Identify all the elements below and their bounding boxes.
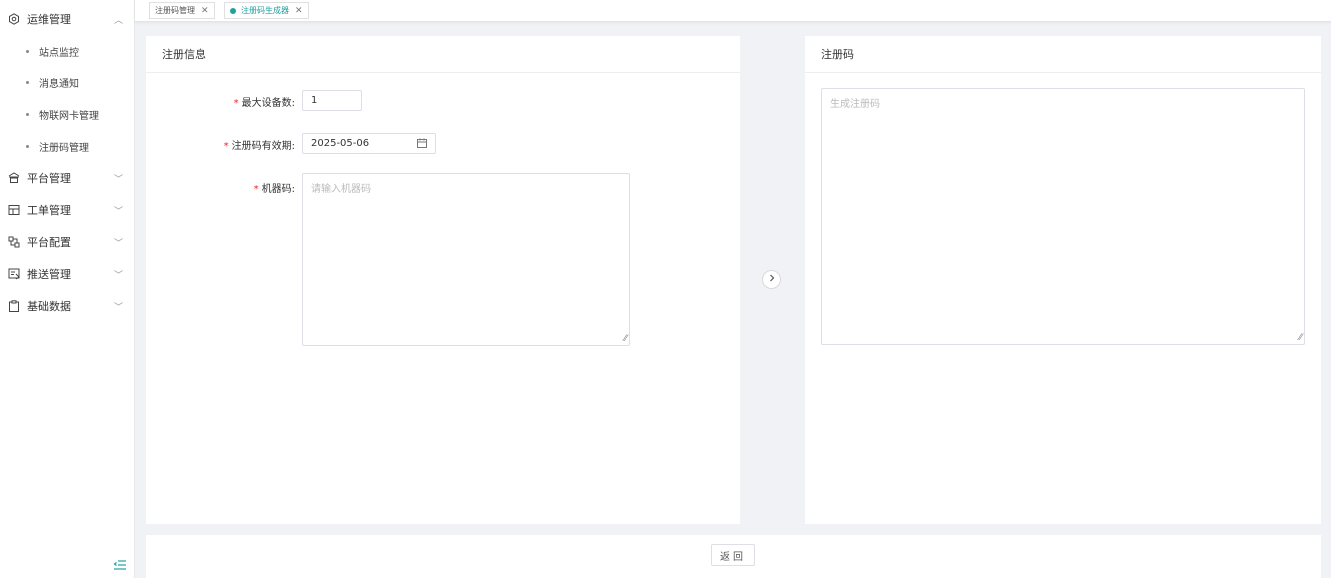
close-icon[interactable]: ✕ — [295, 6, 303, 16]
back-button[interactable]: 返回 — [711, 544, 755, 566]
settings-icon — [8, 13, 20, 25]
calendar-icon — [417, 138, 427, 151]
tab-label: 注册码管理 — [155, 6, 195, 15]
sidebar-group-label: 推送管理 — [27, 268, 71, 281]
sidebar-group-label: 工单管理 — [27, 204, 71, 217]
sidebar-group-push[interactable]: 推送管理 ﹀ — [0, 258, 135, 290]
tab-regcode-manage[interactable]: 注册码管理 ✕ — [149, 2, 215, 19]
chevron-down-icon: ﹀ — [113, 238, 123, 249]
required-mark: * — [223, 141, 229, 152]
generate-arrow-button[interactable] — [762, 270, 781, 289]
expiry-date-picker[interactable]: 2025-05-06 — [302, 133, 436, 154]
max-devices-label: * 最大设备数: — [233, 98, 295, 109]
resize-handle-icon[interactable]: ⁄⁄ — [624, 334, 627, 344]
panel-title: 注册码 — [805, 36, 1321, 73]
max-devices-input[interactable]: 1 — [302, 90, 362, 111]
sidebar-item-label: 消息通知 — [39, 78, 79, 90]
bullet-icon — [26, 80, 29, 84]
bullet-icon — [26, 112, 29, 116]
footer-bar: 返回 — [146, 535, 1321, 578]
required-mark: * — [233, 98, 239, 109]
workorder-icon — [8, 204, 20, 216]
sidebar-item-label: 注册码管理 — [39, 142, 89, 154]
expiry-date-value: 2025-05-06 — [311, 138, 370, 149]
sidebar-item-iot-card[interactable]: 物联网卡管理 — [0, 98, 135, 130]
chevron-up-icon: ︿ — [113, 15, 123, 26]
chevron-down-icon: ﹀ — [113, 270, 123, 281]
chevron-right-icon — [768, 274, 776, 285]
sidebar: 运维管理 ︿ 站点监控 消息通知 物联网卡管理 注册码管理 平台管理 ﹀ 工单管… — [0, 0, 135, 578]
panel-title: 注册信息 — [146, 36, 740, 73]
tabs-bar: 注册码管理 ✕ 注册码生成器 ✕ — [135, 0, 1331, 22]
registration-code-panel: 注册码 生成注册码 ⁄⁄ — [805, 36, 1321, 524]
sidebar-group-label: 运维管理 — [27, 13, 71, 26]
sidebar-group-platform[interactable]: 平台管理 ﹀ — [0, 162, 135, 194]
sidebar-group-config[interactable]: 平台配置 ﹀ — [0, 226, 135, 258]
registration-info-panel: 注册信息 * 最大设备数: 1 * 注册码有效期: 2025-05-06 * 机器码:… — [146, 36, 740, 524]
sidebar-group-label: 平台管理 — [27, 172, 71, 185]
machine-code-textarea[interactable]: 请输入机器码 ⁄⁄ — [302, 173, 630, 346]
active-dot-icon — [230, 7, 236, 14]
sidebar-item-regcode[interactable]: 注册码管理 — [0, 130, 135, 162]
sidebar-group-label: 平台配置 — [27, 236, 71, 249]
chevron-down-icon: ﹀ — [113, 302, 123, 313]
registration-code-output[interactable]: 生成注册码 ⁄⁄ — [821, 88, 1305, 345]
sidebar-group-label: 基础数据 — [27, 300, 71, 313]
sidebar-group-basedata[interactable]: 基础数据 ﹀ — [0, 290, 135, 322]
required-mark: * — [253, 184, 259, 195]
sidebar-item-label: 站点监控 — [39, 47, 79, 59]
sidebar-item-label: 物联网卡管理 — [39, 110, 99, 122]
machine-code-placeholder: 请输入机器码 — [311, 184, 371, 195]
tab-label: 注册码生成器 — [241, 6, 289, 15]
push-icon — [8, 268, 20, 280]
platform-icon — [8, 172, 20, 184]
chevron-down-icon: ﹀ — [113, 174, 123, 185]
chevron-down-icon: ﹀ — [113, 206, 123, 217]
machine-code-label: * 机器码: — [253, 184, 295, 195]
registration-code-placeholder: 生成注册码 — [830, 99, 880, 110]
resize-handle-icon[interactable]: ⁄⁄ — [1299, 333, 1302, 343]
menu-collapse-icon[interactable] — [113, 559, 127, 571]
bullet-icon — [26, 49, 29, 53]
sidebar-group-ops[interactable]: 运维管理 ︿ — [0, 3, 135, 35]
expiry-label: * 注册码有效期: — [223, 141, 295, 152]
close-icon[interactable]: ✕ — [201, 6, 209, 16]
clipboard-icon — [8, 300, 20, 312]
config-icon — [8, 236, 20, 248]
tab-regcode-generator[interactable]: 注册码生成器 ✕ — [224, 2, 309, 19]
sidebar-item-notifications[interactable]: 消息通知 — [0, 66, 135, 98]
sidebar-group-workorder[interactable]: 工单管理 ﹀ — [0, 194, 135, 226]
bullet-icon — [26, 144, 29, 148]
sidebar-item-site-monitor[interactable]: 站点监控 — [0, 35, 135, 67]
